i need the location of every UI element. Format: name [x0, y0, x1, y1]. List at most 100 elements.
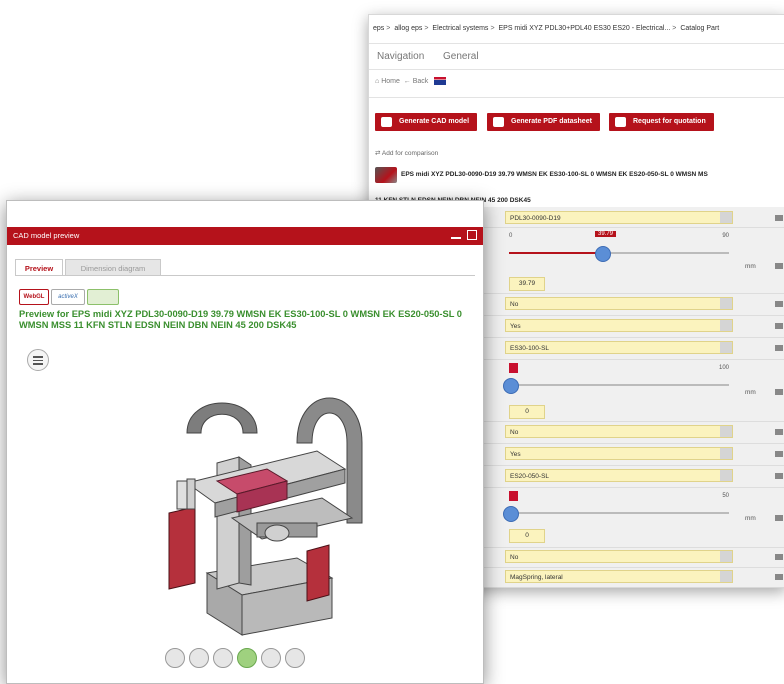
tab-general[interactable]: General — [443, 51, 479, 62]
stroke-slider[interactable]: 100 — [503, 361, 729, 401]
slider-handle[interactable] — [595, 246, 611, 262]
param-select[interactable]: ES30-100-SL — [505, 341, 733, 354]
slider-track[interactable] — [509, 384, 729, 386]
home-link[interactable]: Home — [381, 78, 400, 85]
add-comparison-link[interactable]: ⇄ Add for comparison — [375, 149, 438, 157]
row-info-icon[interactable] — [775, 554, 783, 560]
divider — [369, 97, 784, 98]
table-row: Yes — [479, 443, 784, 466]
chevron-down-icon — [720, 571, 732, 582]
compare-icon: ⇄ — [375, 150, 381, 157]
table-row: No — [479, 293, 784, 316]
row-info-icon[interactable] — [775, 451, 783, 457]
viewer-3d-logo[interactable] — [87, 289, 119, 305]
generate-pdf-button[interactable]: Generate PDF datasheet — [487, 113, 600, 131]
row-info-icon[interactable] — [775, 389, 783, 395]
back-arrow-icon: ← — [403, 77, 411, 85]
back-link[interactable]: Back — [413, 78, 429, 85]
webgl-logo[interactable]: WebGL — [19, 289, 49, 305]
chevron-down-icon — [720, 470, 732, 481]
breadcrumb-item[interactable]: allog eps — [394, 25, 422, 32]
menu-list-icon[interactable] — [27, 349, 49, 371]
breadcrumb-item[interactable]: EPS midi XYZ PDL30+PDL40 ES30 ES20 - Ele… — [498, 25, 670, 32]
row-info-icon[interactable] — [775, 215, 783, 221]
slider-min: 0 — [509, 233, 513, 239]
view-mode-toolbar — [7, 648, 483, 672]
slider-max: 100 — [718, 365, 729, 371]
table-row: 100 0 mm — [479, 359, 784, 422]
slider-value-tag: 39.79 — [595, 231, 617, 237]
tab-navigation[interactable]: Navigation — [377, 51, 424, 62]
table-row: ES20-050-SL — [479, 465, 784, 488]
param-select[interactable]: PDL30-0090-D19 — [505, 211, 733, 224]
transparent-icon[interactable] — [285, 648, 305, 668]
unit-label: mm — [745, 515, 756, 522]
row-info-icon[interactable] — [775, 515, 783, 521]
tab-preview[interactable]: Preview — [15, 259, 63, 276]
slider-min-marker — [509, 491, 518, 501]
cad-model-render[interactable] — [147, 373, 387, 643]
row-info-icon[interactable] — [775, 263, 783, 269]
slider-handle[interactable] — [503, 506, 519, 522]
param-select[interactable]: Yes — [505, 447, 733, 460]
row-info-icon[interactable] — [775, 345, 783, 351]
section-icon[interactable] — [261, 648, 281, 668]
wireframe-icon[interactable] — [213, 648, 233, 668]
breadcrumb: eps > allog eps > Electrical systems > EPS … — [373, 25, 720, 32]
solid-view-icon[interactable] — [165, 648, 185, 668]
tab-dimension-diagram[interactable]: Dimension diagram — [65, 259, 161, 276]
breadcrumb-item[interactable]: Catalog Part — [680, 25, 719, 32]
chevron-down-icon — [720, 320, 732, 331]
param-select[interactable]: Yes — [505, 319, 733, 332]
param-select[interactable]: MagSpring, lateral — [505, 570, 733, 583]
table-row: No — [479, 547, 784, 568]
button-label: Generate CAD model — [399, 118, 470, 125]
language-flag-icon[interactable] — [434, 77, 447, 85]
table-row: 0 90 39.79 39.79 mm — [479, 227, 784, 294]
chevron-down-icon — [720, 212, 732, 223]
stroke-input-2[interactable]: 0 — [509, 529, 545, 543]
product-title-row: EPS midi XYZ PDL30-0090-D19 39.79 WMSN E… — [373, 163, 784, 193]
slider-min-marker — [509, 363, 518, 373]
home-bar: ⌂ Home ← Back — [375, 77, 447, 85]
home-icon: ⌂ — [375, 77, 380, 85]
breadcrumb-item[interactable]: eps — [373, 25, 384, 32]
hidden-line-icon[interactable] — [189, 648, 209, 668]
table-row: Yes — [479, 315, 784, 338]
length-slider[interactable]: 0 90 39.79 — [505, 229, 729, 269]
window-titlebar[interactable]: CAD model preview — [7, 227, 483, 245]
table-row: PDL30-0090-D19 — [479, 207, 784, 228]
compare-label: Add for comparison — [381, 150, 439, 157]
maximize-icon[interactable] — [467, 230, 477, 240]
slider-fill — [509, 252, 603, 254]
row-info-icon[interactable] — [775, 323, 783, 329]
activex-logo[interactable]: activeX — [51, 289, 85, 305]
slider-handle[interactable] — [503, 378, 519, 394]
window-title: CAD model preview — [13, 231, 80, 240]
request-quotation-button[interactable]: Request for quotation — [609, 113, 714, 131]
table-row: MagSpring, lateral — [479, 567, 784, 587]
table-row: ES30-100-SL — [479, 337, 784, 360]
divider — [369, 43, 784, 44]
button-label: Generate PDF datasheet — [511, 118, 592, 125]
unit-label: mm — [745, 263, 756, 270]
stroke-slider-2[interactable]: 50 — [503, 489, 729, 529]
generate-cad-button[interactable]: Generate CAD model — [375, 113, 478, 131]
length-input[interactable]: 39.79 — [509, 277, 545, 291]
row-info-icon[interactable] — [775, 301, 783, 307]
param-select[interactable]: ES20-050-SL — [505, 469, 733, 482]
shaded-icon[interactable] — [237, 648, 257, 668]
row-info-icon[interactable] — [775, 574, 783, 580]
minimize-icon[interactable] — [451, 237, 461, 239]
slider-track[interactable] — [509, 512, 729, 514]
breadcrumb-item[interactable]: Electrical systems — [432, 25, 488, 32]
stroke-input[interactable]: 0 — [509, 405, 545, 419]
tab-divider — [15, 275, 475, 276]
param-select[interactable]: No — [505, 550, 733, 563]
param-select[interactable]: No — [505, 425, 733, 438]
chevron-down-icon — [720, 426, 732, 437]
param-select[interactable]: No — [505, 297, 733, 310]
row-info-icon[interactable] — [775, 473, 783, 479]
chevron-down-icon — [720, 298, 732, 309]
row-info-icon[interactable] — [775, 429, 783, 435]
